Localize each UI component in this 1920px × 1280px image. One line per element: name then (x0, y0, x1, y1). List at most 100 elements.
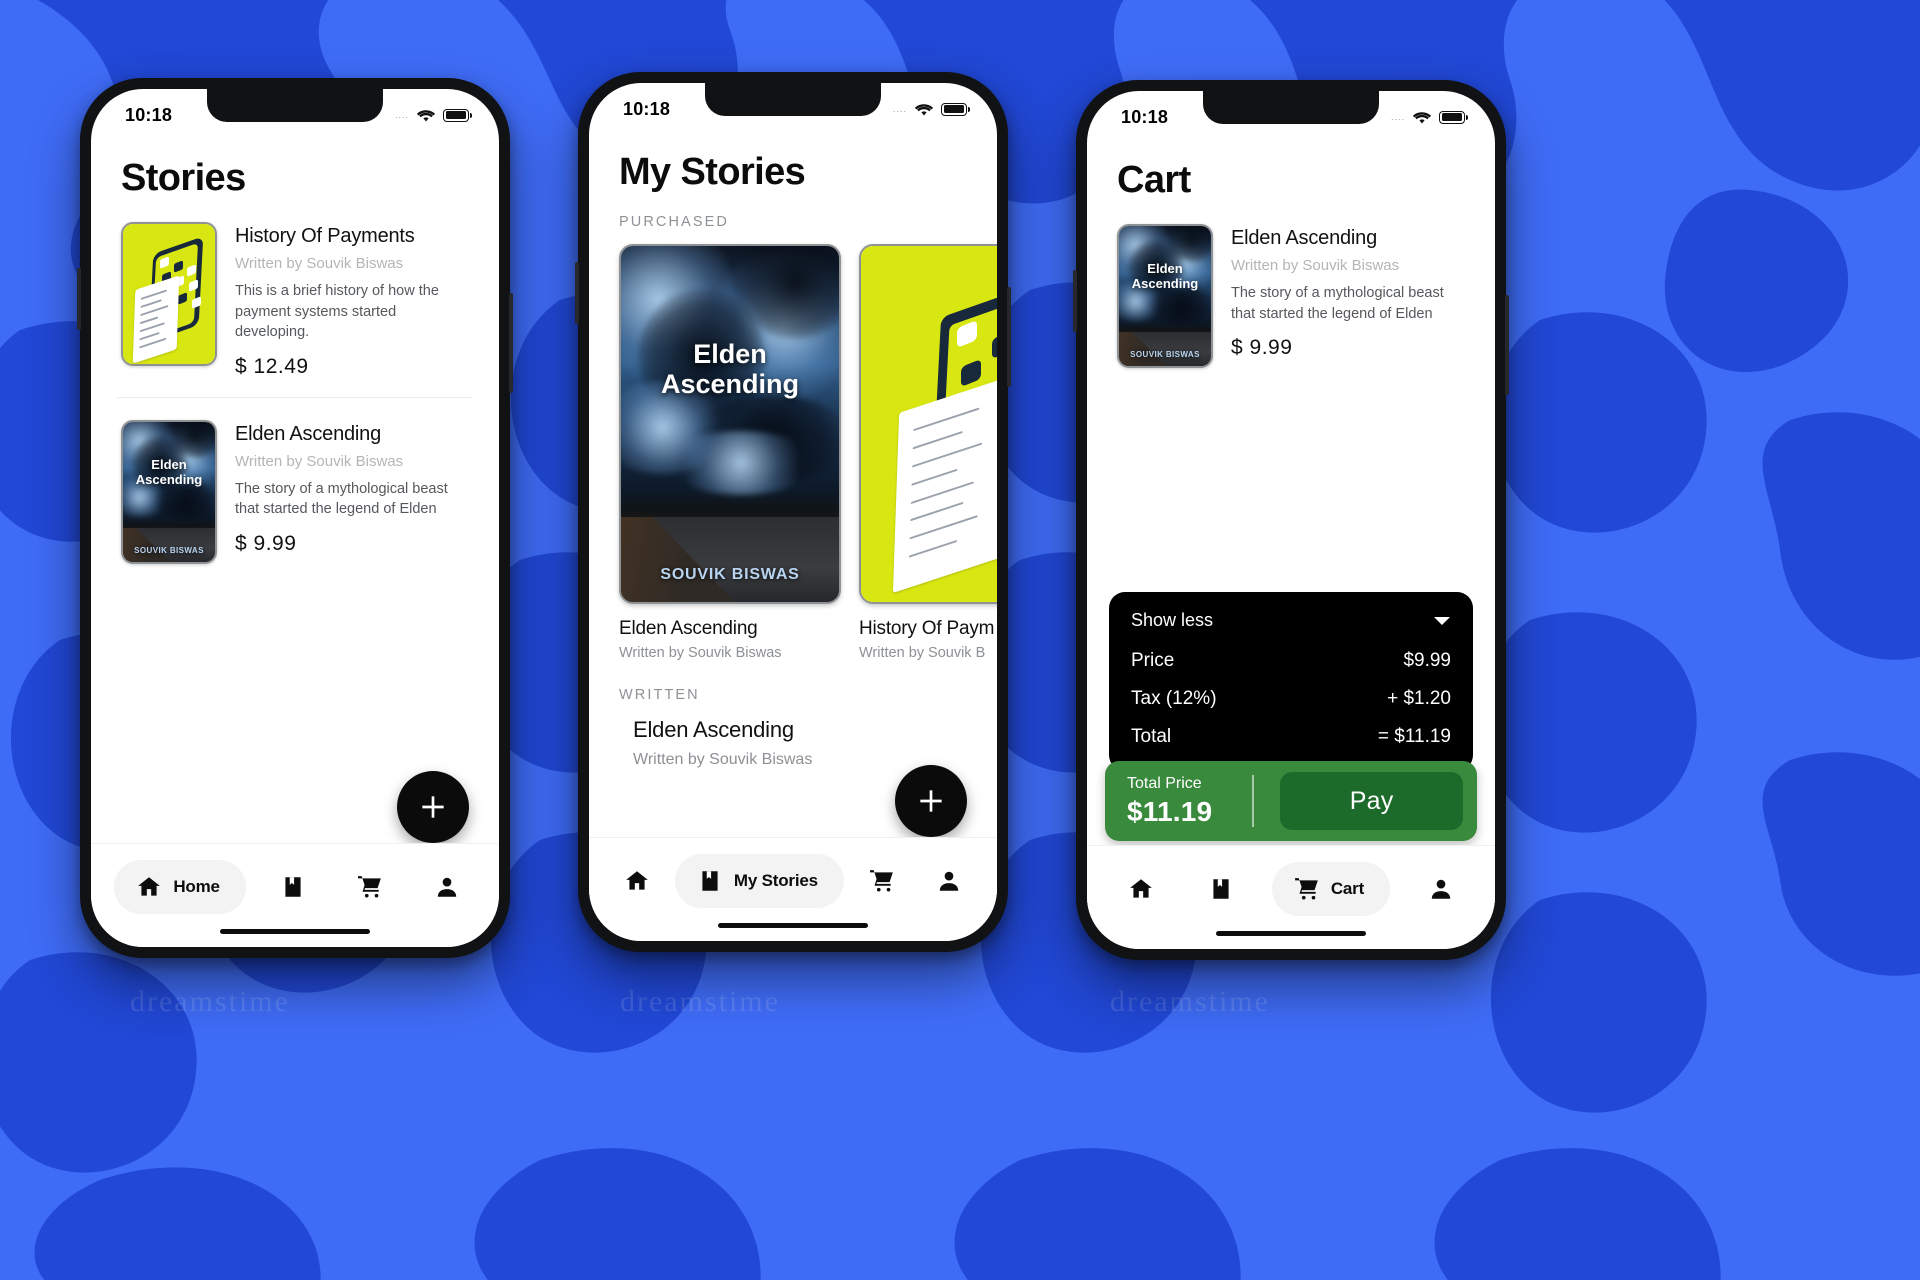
battery-icon (941, 102, 970, 116)
story-row-payments[interactable]: History Of Payments Written by Souvik Bi… (117, 200, 473, 397)
person-icon (437, 877, 456, 897)
pay-button[interactable]: Pay (1280, 772, 1463, 830)
story-cover-elden[interactable]: Elden Ascending SOUVIK BISWAS (121, 419, 217, 564)
story-description: This is a brief history of how the payme… (235, 283, 439, 341)
nav-item-home[interactable] (1112, 862, 1170, 916)
home-indicator (718, 923, 868, 928)
section-label-purchased: PURCHASED (619, 214, 729, 230)
wifi-icon (416, 109, 436, 121)
story-cover-payments[interactable] (121, 222, 217, 366)
page-title: Stories (121, 157, 246, 199)
home-icon (138, 877, 161, 896)
nav-item-my-stories[interactable] (1192, 862, 1250, 916)
nav-item-home[interactable]: Home (114, 860, 246, 914)
elden-storm-photo: Elden Ascending SOUVIK BISWAS (1119, 226, 1211, 366)
cart-item-row[interactable]: Elden Ascending SOUVIK BISWAS Elden Asce… (1113, 202, 1469, 386)
cover-title: Elden Ascending (1131, 261, 1199, 291)
pay-bar: Total Price $11.19 Pay (1105, 761, 1477, 841)
battery-icon (443, 108, 472, 122)
add-icon (422, 796, 444, 818)
cart-item-cover[interactable]: Elden Ascending SOUVIK BISWAS (1117, 224, 1213, 368)
pay-button-label: Pay (1349, 786, 1394, 815)
status-time: 10:18 (1121, 106, 1169, 127)
breakdown-value: = $11.19 (1377, 726, 1451, 747)
purchased-carousel[interactable]: Elden Ascending SOUVIK BISWAS Elden Asce… (589, 230, 997, 661)
written-list-item[interactable]: Elden Ascending Written by Souvik Biswas (633, 717, 967, 769)
home-indicator (1216, 931, 1366, 936)
book-icon (1213, 879, 1229, 899)
nav-item-home[interactable] (608, 854, 666, 908)
payments-illustration (861, 246, 997, 602)
wifi-icon (1412, 111, 1432, 123)
chevron-down-icon (1434, 616, 1450, 625)
purchased-author: Written by Souvik Biswas (619, 645, 782, 661)
breakdown-value: $9.99 (1403, 650, 1451, 671)
story-price: $ 12.49 (235, 354, 309, 378)
purchased-card-elden[interactable]: Elden Ascending SOUVIK BISWAS Elden Asce… (619, 244, 841, 661)
nav-item-cart[interactable] (853, 854, 911, 908)
cover-author: SOUVIK BISWAS (660, 566, 800, 584)
total-price-amount: $11.19 (1127, 795, 1213, 827)
screen-stories: 10:18 .... Stories History Of Payments W… (91, 89, 499, 947)
cart-icon (1294, 878, 1318, 900)
breakdown-row-total: Total = $11.19 (1131, 713, 1451, 751)
add-story-fab[interactable] (895, 765, 967, 837)
cart-item-title: Elden Ascending (1231, 227, 1378, 249)
story-description: The story of a mythological beast that s… (235, 480, 448, 518)
story-row-elden[interactable]: Elden Ascending SOUVIK BISWAS Elden Ascen… (117, 396, 473, 582)
notch (207, 89, 383, 122)
breakdown-label: Price (1131, 650, 1175, 671)
cart-item-price: $ 9.99 (1231, 336, 1293, 360)
breakdown-label: Tax (12%) (1131, 688, 1217, 709)
add-story-fab[interactable] (397, 771, 469, 843)
signal-icon: .... (1390, 112, 1405, 122)
page-title: Cart (1117, 159, 1191, 201)
receipt-shape (892, 376, 997, 593)
story-author: Written by Souvik Biswas (235, 255, 404, 272)
nav-item-profile[interactable] (418, 860, 476, 914)
home-indicator (220, 929, 370, 934)
cover-title: Elden Ascending (660, 338, 800, 399)
written-title: Elden Ascending (633, 717, 794, 742)
show-less-label: Show less (1131, 610, 1214, 630)
show-less-toggle[interactable]: Show less (1131, 610, 1451, 637)
section-label-written: WRITTEN (619, 687, 700, 703)
book-icon (702, 871, 718, 891)
home-icon (625, 871, 648, 890)
nav-item-my-stories[interactable]: My Stories (674, 854, 844, 908)
cover-payments[interactable] (859, 244, 997, 604)
cart-icon (870, 870, 893, 892)
nav-item-profile[interactable] (920, 854, 978, 908)
person-icon (940, 871, 959, 891)
screen-cart: 10:18 .... Cart Elden Ascending SOUVIK B… (1087, 91, 1495, 949)
signal-icon: .... (394, 110, 409, 120)
stories-list: History Of Payments Written by Souvik Bi… (91, 200, 499, 582)
notch (705, 83, 881, 116)
nav-item-my-stories[interactable] (264, 860, 322, 914)
cover-title: Elden Ascending (135, 457, 203, 487)
nav-item-cart[interactable] (341, 860, 399, 914)
breakdown-row-price: Price $9.99 (1131, 637, 1451, 675)
nav-label-home: Home (173, 877, 220, 896)
payments-illustration (123, 224, 215, 364)
purchased-card-payments[interactable]: History Of Paym Written by Souvik B (859, 244, 997, 661)
wifi-icon (914, 103, 934, 115)
purchased-title: Elden Ascending (619, 618, 758, 639)
add-icon (920, 790, 942, 812)
nav-item-profile[interactable] (1412, 862, 1470, 916)
home-icon (1130, 879, 1152, 898)
signal-icon: .... (892, 104, 907, 114)
cart-item-description: The story of a mythological beast that s… (1231, 285, 1444, 322)
notch (1203, 91, 1379, 124)
pay-divider (1252, 775, 1255, 827)
phone-stories: 10:18 .... Stories History Of Payments W… (77, 78, 513, 958)
page-title: My Stories (619, 151, 806, 193)
cover-elden[interactable]: Elden Ascending SOUVIK BISWAS (619, 244, 841, 604)
breakdown-row-tax: Tax (12%) + $1.20 (1131, 675, 1451, 713)
nav-item-cart[interactable]: Cart (1271, 862, 1391, 916)
phone-my-stories: 10:18 .... My Stories PURCHASED Elden As… (575, 72, 1011, 952)
battery-icon (1439, 110, 1468, 124)
book-icon (285, 877, 301, 897)
cart-icon (358, 876, 381, 898)
purchased-author: Written by Souvik B (859, 645, 986, 661)
